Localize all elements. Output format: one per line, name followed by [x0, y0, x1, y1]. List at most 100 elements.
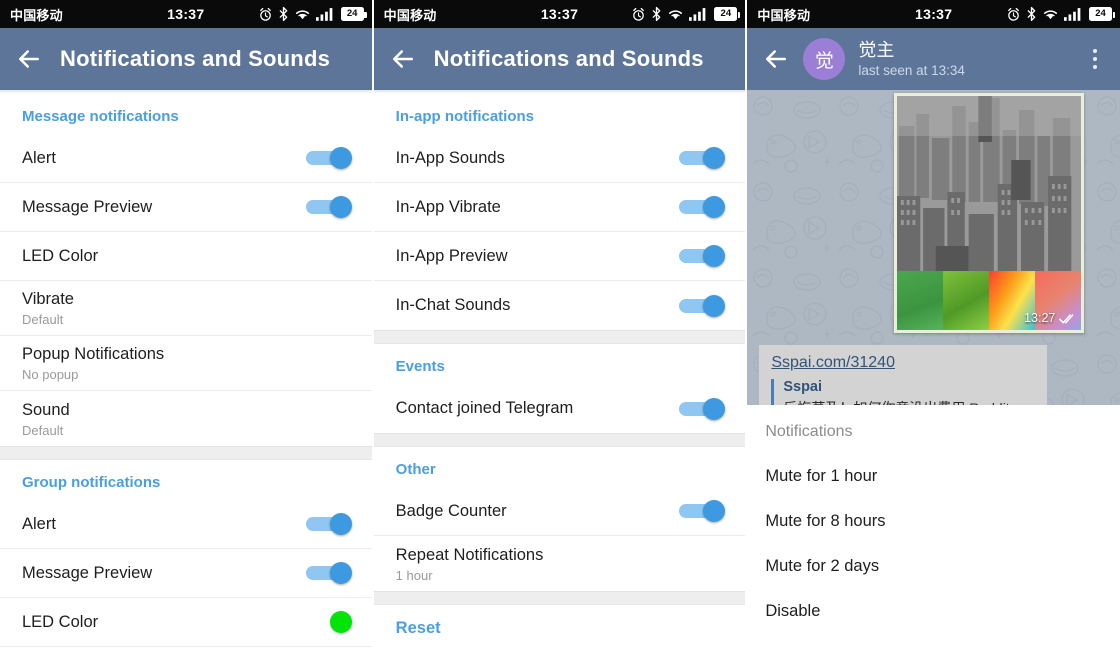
notifications-bottom-sheet: Notifications Mute for 1 hour Mute for 8…	[747, 405, 1120, 661]
section-header-in-app-notifications: In-app notifications	[395, 108, 534, 125]
row-vibrate[interactable]: Vibrate Default	[0, 281, 372, 336]
battery-icon: 24	[714, 7, 741, 21]
back-arrow-icon[interactable]	[388, 44, 418, 74]
settings-list-1: Message notifications Alert Message Prev…	[0, 94, 372, 661]
row-in-app-vibrate[interactable]: In-App Vibrate	[373, 183, 746, 232]
chat-message-area: 13:27 Sspai.com/31240 Sspai 后悔莫及！如何你竟没出费…	[747, 90, 1120, 410]
row-alert[interactable]: Alert	[0, 134, 372, 183]
row-label: Contact joined Telegram	[395, 399, 574, 417]
row-label: LED Color	[22, 246, 99, 265]
toggle-group-alert[interactable]	[305, 513, 352, 535]
row-label: Popup Notifications	[22, 345, 165, 363]
chat-header-text[interactable]: 觉主 last seen at 13:34	[858, 40, 965, 78]
screenshot-root: 中国移动 13:37 24 Notifications and Sounds M…	[0, 0, 1120, 661]
wifi-icon	[1043, 10, 1058, 20]
section-divider	[373, 433, 746, 447]
chat-app-bar: 觉 觉主 last seen at 13:34	[747, 28, 1120, 90]
wifi-icon	[295, 10, 309, 20]
toggle-group-message-preview[interactable]	[305, 562, 352, 584]
row-label: Alert	[22, 514, 56, 533]
toggle-in-chat-sounds[interactable]	[679, 294, 726, 317]
section-divider	[0, 446, 372, 460]
row-value: 1 hour	[395, 567, 433, 583]
battery-level: 24	[1095, 8, 1106, 20]
row-in-app-preview[interactable]: In-App Preview	[373, 232, 746, 281]
alarm-clock-icon	[259, 7, 271, 21]
message-meta: 13:27	[1024, 311, 1076, 325]
contact-status: last seen at 13:34	[858, 63, 965, 79]
battery-icon: 24	[340, 7, 367, 21]
bluetooth-icon	[279, 6, 288, 22]
overflow-menu-icon[interactable]	[1082, 41, 1108, 77]
row-label: Repeat Notifications	[395, 545, 544, 564]
row-group-alert[interactable]: Alert	[0, 500, 372, 549]
back-arrow-icon[interactable]	[761, 44, 791, 74]
section-header-message-notifications: Message notifications	[22, 108, 179, 125]
row-contact-joined-telegram[interactable]: Contact joined Telegram	[374, 384, 746, 433]
link-preview-url[interactable]: Sspai.com/31240	[771, 354, 1035, 372]
status-bar: 中国移动 13:37 24	[0, 0, 372, 28]
toggle-contact-joined-telegram[interactable]	[679, 397, 726, 420]
double-check-icon	[1059, 313, 1074, 324]
app-bar-1: Notifications and Sounds	[0, 28, 372, 90]
led-color-swatch[interactable]	[329, 611, 352, 633]
sheet-item-mute-1-hour[interactable]: Mute for 1 hour	[747, 441, 1120, 486]
row-label: Sound	[22, 400, 70, 419]
row-value: Default	[22, 422, 64, 438]
settings-list-2: In-app notifications In-App Sounds In-Ap…	[373, 94, 746, 661]
row-in-app-sounds[interactable]: In-App Sounds	[373, 134, 746, 183]
link-preview-site: Sspai	[783, 379, 823, 395]
status-bar-icons: 24	[631, 6, 741, 22]
row-label: In-App Sounds	[395, 148, 505, 167]
status-bar-icons: 24	[1006, 6, 1116, 22]
avatar[interactable]: 觉	[803, 38, 846, 80]
panel-notifications-settings-2: 中国移动 13:37 24 Notifications and Sounds I…	[373, 0, 746, 661]
status-bar: 中国移动 13:37 24	[373, 0, 746, 28]
sheet-item-mute-2-days[interactable]: Mute for 2 days	[747, 531, 1120, 576]
toggle-in-app-sounds[interactable]	[679, 147, 726, 169]
row-value: No popup	[22, 367, 79, 382]
section-header-other: Other	[395, 461, 436, 478]
row-sound[interactable]: Sound Default	[0, 391, 372, 446]
row-reset[interactable]: Reset	[374, 605, 746, 651]
panel-notifications-settings-1: 中国移动 13:37 24 Notifications and Sounds M…	[0, 0, 372, 661]
battery-level: 24	[346, 8, 358, 20]
toggle-alert[interactable]	[305, 147, 352, 169]
row-popup-notifications[interactable]: Popup Notifications No popup	[0, 336, 372, 391]
photo-message-bubble[interactable]: 13:27	[894, 93, 1085, 333]
avatar-letter: 觉	[814, 50, 834, 72]
toggle-badge-counter[interactable]	[679, 500, 726, 522]
sheet-item-disable[interactable]: Disable	[747, 576, 1120, 621]
toggle-in-app-vibrate[interactable]	[679, 196, 726, 218]
wifi-icon	[669, 10, 683, 20]
sheet-item-mute-8-hours[interactable]: Mute for 8 hours	[747, 486, 1120, 531]
row-label: Vibrate	[22, 290, 74, 308]
reset-button-label: Reset	[395, 618, 441, 637]
row-label: Message Preview	[22, 563, 153, 582]
page-title: Notifications and Sounds	[433, 46, 704, 71]
alarm-clock-icon	[633, 7, 645, 21]
row-label: Alert	[22, 148, 56, 167]
section-divider	[373, 330, 746, 344]
link-preview-bubble[interactable]: Sspai.com/31240 Sspai 后悔莫及！如何你竟没出费用 Redd…	[759, 345, 1048, 410]
row-group-led-color[interactable]: LED Color	[0, 598, 372, 647]
toggle-in-app-preview[interactable]	[679, 245, 726, 267]
thumb-green-field	[897, 271, 944, 330]
row-label: Badge Counter	[395, 501, 507, 520]
back-arrow-icon[interactable]	[14, 44, 44, 74]
signal-bars-icon	[1064, 8, 1081, 21]
row-label: LED Color	[22, 612, 99, 631]
row-group-message-preview[interactable]: Message Preview	[0, 549, 372, 598]
panel-chat-notifications-sheet: 中国移动 13:37 24 觉 觉主 last seen at 13:34 13…	[747, 0, 1120, 661]
row-label: In-App Vibrate	[395, 197, 501, 216]
alarm-clock-icon	[1008, 7, 1019, 21]
toggle-message-preview[interactable]	[305, 196, 352, 218]
row-badge-counter[interactable]: Badge Counter	[373, 487, 746, 536]
row-in-chat-sounds[interactable]: In-Chat Sounds	[374, 281, 746, 330]
row-message-preview[interactable]: Message Preview	[0, 183, 372, 232]
status-bar: 中国移动 13:37 24	[747, 0, 1120, 28]
row-repeat-notifications[interactable]: Repeat Notifications 1 hour	[374, 536, 746, 591]
sheet-title: Notifications	[765, 423, 853, 440]
thumb-foliage	[943, 271, 990, 330]
row-led-color[interactable]: LED Color	[0, 232, 372, 281]
